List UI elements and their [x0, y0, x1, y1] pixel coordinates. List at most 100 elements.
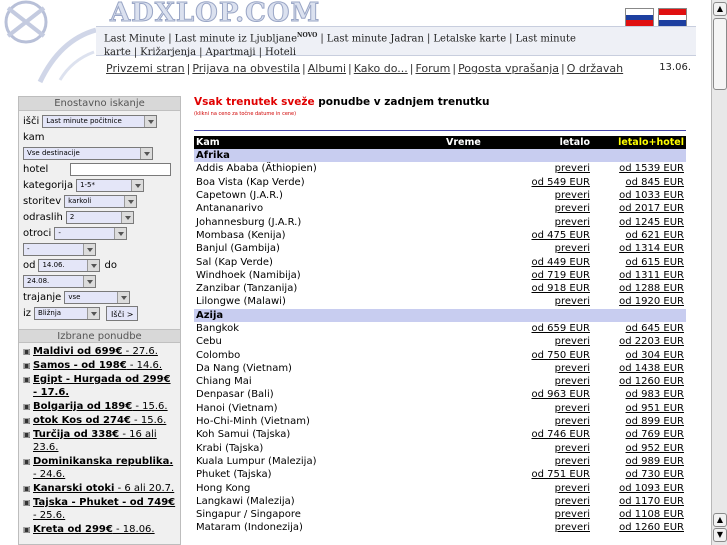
flight-price-link[interactable]: preveri — [555, 522, 590, 533]
featured-offer-link[interactable]: Turčija od 338€ - 16 ali 23.6. — [33, 428, 178, 454]
featured-offer[interactable]: ▣ Maldivi od 699€ - 27.6. — [23, 345, 178, 358]
nav-link[interactable]: Apartmaji — [205, 47, 255, 58]
flight-price-link[interactable]: preveri — [555, 243, 590, 254]
flight-price-link[interactable]: preveri — [555, 456, 590, 467]
featured-offer-link[interactable]: Egipt - Hurgada od 299€ - 17.6. — [33, 373, 178, 399]
nav-link[interactable]: Last minute iz Ljubljane — [175, 33, 297, 44]
package-price-link[interactable]: od 1245 EUR — [619, 217, 684, 228]
flight-price-link[interactable]: od 449 EUR — [532, 257, 591, 268]
flight-price-link[interactable]: od 751 EUR — [532, 469, 591, 480]
flight-price-link[interactable]: od 918 EUR — [532, 283, 591, 294]
hotel-input[interactable] — [70, 162, 172, 176]
scroll-up-icon[interactable]: ▲ — [713, 2, 727, 16]
package-price-link[interactable]: od 1033 EUR — [619, 190, 684, 201]
package-price-link[interactable]: od 2203 EUR — [619, 336, 684, 347]
package-price-link[interactable]: od 983 EUR — [626, 389, 685, 400]
package-price-link[interactable]: od 845 EUR — [626, 177, 685, 188]
package-price-link[interactable]: od 1539 EUR — [619, 163, 684, 174]
subnav-link[interactable]: Forum — [415, 62, 450, 75]
date-from-select[interactable]: 14.06. — [38, 258, 101, 272]
flight-price-link[interactable]: preveri — [555, 190, 590, 201]
featured-offer-link[interactable]: otok Kos od 274€ - 15.6. — [33, 414, 166, 427]
nav-link[interactable]: Križarjenja — [140, 47, 196, 58]
site-logo[interactable]: ADXLOP.COM — [109, 0, 320, 27]
flight-price-link[interactable]: preveri — [555, 163, 590, 174]
featured-offer-link[interactable]: Tajska - Phuket - od 749€ - 25.6. — [33, 496, 178, 522]
featured-offer[interactable]: ▣ Kreta od 299€ - 18.06. — [23, 523, 178, 536]
featured-offer[interactable]: ▣ Egipt - Hurgada od 299€ - 17.6. — [23, 373, 178, 399]
subnav-link[interactable]: Kako do... — [354, 62, 408, 75]
subnav-link[interactable]: Prijava na obvestila — [192, 62, 300, 75]
nav-link[interactable]: Hoteli — [265, 47, 296, 58]
package-price-link[interactable]: od 615 EUR — [626, 257, 685, 268]
scrollbar-thumb[interactable] — [713, 18, 727, 90]
slovenian-flag-icon[interactable] — [625, 8, 654, 27]
package-price-link[interactable]: od 730 EUR — [626, 469, 685, 480]
search-button[interactable]: Išči > — [106, 305, 139, 321]
service-select[interactable]: karkoli — [64, 194, 138, 208]
children-select[interactable]: - — [54, 226, 128, 240]
flight-price-link[interactable]: od 746 EUR — [532, 429, 591, 440]
subnav-link[interactable]: Pogosta vprašanja — [458, 62, 559, 75]
adults-select[interactable]: 2 — [65, 210, 134, 224]
featured-offer[interactable]: ▣ Bolgarija od 189€ - 15.6. — [23, 400, 178, 413]
scroll-up-icon[interactable]: ▲ — [713, 513, 727, 527]
package-price-link[interactable]: od 1260 EUR — [619, 522, 684, 533]
package-price-link[interactable]: od 2017 EUR — [619, 203, 684, 214]
package-price-link[interactable]: od 1093 EUR — [619, 483, 684, 494]
flight-price-link[interactable]: preveri — [555, 443, 590, 454]
featured-offer-link[interactable]: Kreta od 299€ - 18.06. — [33, 523, 155, 536]
featured-offer[interactable]: ▣ Dominikanska republika. - 24.6. — [23, 455, 178, 481]
package-price-link[interactable]: od 1288 EUR — [619, 283, 684, 294]
flight-price-link[interactable]: od 549 EUR — [532, 177, 591, 188]
package-price-link[interactable]: od 621 EUR — [626, 230, 685, 241]
vertical-scrollbar[interactable]: ▲ ▲ ▼ — [711, 0, 727, 545]
featured-offer[interactable]: ▣ Samos - od 198€ - 14.6. — [23, 359, 178, 372]
package-price-link[interactable]: od 769 EUR — [626, 429, 685, 440]
flight-price-link[interactable]: preveri — [555, 217, 590, 228]
flight-price-link[interactable]: preveri — [555, 376, 590, 387]
category-select[interactable]: 1-5* — [76, 178, 145, 192]
flight-price-link[interactable]: preveri — [555, 336, 590, 347]
flight-price-link[interactable]: od 475 EUR — [532, 230, 591, 241]
featured-offer[interactable]: ▣ Turčija od 338€ - 16 ali 23.6. — [23, 428, 178, 454]
subnav-link[interactable]: Albumi — [308, 62, 346, 75]
scroll-down-icon[interactable]: ▼ — [713, 528, 727, 542]
package-price-link[interactable]: od 952 EUR — [626, 443, 685, 454]
featured-offer[interactable]: ▣ otok Kos od 274€ - 15.6. — [23, 414, 178, 427]
flight-price-link[interactable]: preveri — [555, 483, 590, 494]
package-price-link[interactable]: od 1170 EUR — [619, 496, 684, 507]
flight-price-link[interactable]: preveri — [555, 403, 590, 414]
package-price-link[interactable]: od 951 EUR — [626, 403, 685, 414]
package-price-link[interactable]: od 899 EUR — [626, 416, 685, 427]
featured-offer-link[interactable]: Dominikanska republika. - 24.6. — [33, 455, 178, 481]
package-price-link[interactable]: od 645 EUR — [626, 323, 685, 334]
flight-price-link[interactable]: od 719 EUR — [532, 270, 591, 281]
flight-price-link[interactable]: preveri — [555, 203, 590, 214]
nav-link[interactable]: Last Minute — [104, 33, 165, 44]
flight-price-link[interactable]: preveri — [555, 496, 590, 507]
package-price-link[interactable]: od 1260 EUR — [619, 376, 684, 387]
nav-link[interactable]: Letalske karte — [433, 33, 506, 44]
flight-price-link[interactable]: od 963 EUR — [532, 389, 591, 400]
croatian-flag-icon[interactable] — [658, 8, 687, 27]
featured-offer[interactable]: ▣ Tajska - Phuket - od 749€ - 25.6. — [23, 496, 178, 522]
departure-select[interactable]: Bližnja — [34, 306, 101, 320]
search-type-select[interactable]: Last minute počitnice — [42, 114, 158, 128]
date-to-select[interactable]: 24.08. — [23, 274, 96, 288]
featured-offer-link[interactable]: Bolgarija od 189€ - 15.6. — [33, 400, 168, 413]
flight-price-link[interactable]: od 659 EUR — [532, 323, 591, 334]
featured-offer-link[interactable]: Samos - od 198€ - 14.6. — [33, 359, 162, 372]
flight-price-link[interactable]: preveri — [555, 363, 590, 374]
package-price-link[interactable]: od 1920 EUR — [619, 296, 684, 307]
duration-select[interactable]: vse — [64, 290, 131, 304]
nav-link[interactable]: Last minute Jadran — [327, 33, 424, 44]
subnav-link[interactable]: O državah — [567, 62, 623, 75]
package-price-link[interactable]: od 1314 EUR — [619, 243, 684, 254]
package-price-link[interactable]: od 1108 EUR — [619, 509, 684, 520]
package-price-link[interactable]: od 1438 EUR — [619, 363, 684, 374]
flight-price-link[interactable]: preveri — [555, 509, 590, 520]
package-price-link[interactable]: od 304 EUR — [626, 350, 685, 361]
subnav-link[interactable]: Privzemi stran — [106, 62, 185, 75]
child-age-select[interactable]: - — [23, 242, 96, 256]
